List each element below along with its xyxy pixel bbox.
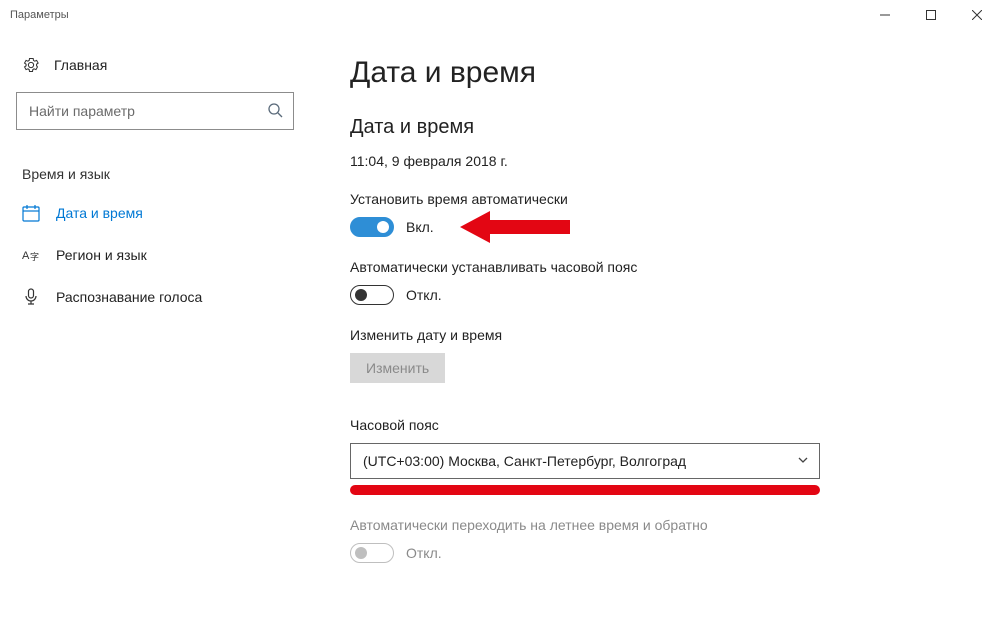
red-underline-annotation xyxy=(350,485,820,495)
svg-text:字: 字 xyxy=(30,251,39,262)
timezone-label: Часовой пояс xyxy=(350,417,976,433)
search-input[interactable] xyxy=(29,103,267,119)
auto-tz-state: Откл. xyxy=(406,287,442,303)
minimize-icon xyxy=(880,10,890,20)
dst-toggle-row: Откл. xyxy=(350,543,976,563)
change-datetime-label: Изменить дату и время xyxy=(350,327,976,343)
toggle-knob xyxy=(377,221,389,233)
sidebar: Главная Время и язык Дата и время A字 Рег… xyxy=(0,30,310,640)
dst-toggle xyxy=(350,543,394,563)
sidebar-item-label: Дата и время xyxy=(56,205,143,221)
svg-text:A: A xyxy=(22,250,30,262)
page-title: Дата и время xyxy=(350,56,976,90)
sidebar-item-date-time[interactable]: Дата и время xyxy=(8,192,302,234)
sidebar-item-region-language[interactable]: A字 Регион и язык xyxy=(8,234,302,276)
home-label: Главная xyxy=(54,57,107,73)
sidebar-item-label: Регион и язык xyxy=(56,247,147,263)
red-arrow-annotation xyxy=(460,209,570,250)
timezone-selected: (UTC+03:00) Москва, Санкт-Петербург, Вол… xyxy=(363,453,797,469)
group-heading: Дата и время xyxy=(350,116,976,139)
maximize-icon xyxy=(926,10,936,20)
maximize-button[interactable] xyxy=(908,0,954,30)
sidebar-item-label: Распознавание голоса xyxy=(56,289,202,305)
close-icon xyxy=(972,10,982,20)
toggle-knob xyxy=(355,289,367,301)
auto-time-toggle-row: Вкл. xyxy=(350,217,976,237)
change-button: Изменить xyxy=(350,353,445,383)
auto-time-toggle[interactable] xyxy=(350,217,394,237)
auto-tz-label: Автоматически устанавливать часовой пояс xyxy=(350,259,976,275)
home-nav[interactable]: Главная xyxy=(8,50,302,80)
auto-tz-toggle[interactable] xyxy=(350,285,394,305)
content-area: Главная Время и язык Дата и время A字 Рег… xyxy=(0,30,1000,640)
window-titlebar: Параметры xyxy=(0,0,1000,30)
current-datetime: 11:04, 9 февраля 2018 г. xyxy=(350,153,976,169)
language-icon: A字 xyxy=(22,246,40,264)
dst-state: Откл. xyxy=(406,545,442,561)
gear-icon xyxy=(22,56,40,74)
auto-time-label: Установить время автоматически xyxy=(350,191,976,207)
mic-icon xyxy=(22,288,40,306)
chevron-down-icon xyxy=(797,454,809,469)
calendar-icon xyxy=(22,204,40,222)
dst-label: Автоматически переходить на летнее время… xyxy=(350,517,976,533)
auto-time-state: Вкл. xyxy=(406,219,434,235)
minimize-button[interactable] xyxy=(862,0,908,30)
sidebar-item-speech[interactable]: Распознавание голоса xyxy=(8,276,302,318)
search-box[interactable] xyxy=(16,92,294,130)
main-pane: Дата и время Дата и время 11:04, 9 февра… xyxy=(310,30,1000,640)
toggle-knob xyxy=(355,547,367,559)
close-button[interactable] xyxy=(954,0,1000,30)
window-controls xyxy=(862,0,1000,30)
window-title: Параметры xyxy=(10,9,69,21)
auto-tz-toggle-row: Откл. xyxy=(350,285,976,305)
sidebar-section-label: Время и язык xyxy=(8,130,302,192)
timezone-dropdown[interactable]: (UTC+03:00) Москва, Санкт-Петербург, Вол… xyxy=(350,443,820,479)
search-icon xyxy=(267,102,283,121)
